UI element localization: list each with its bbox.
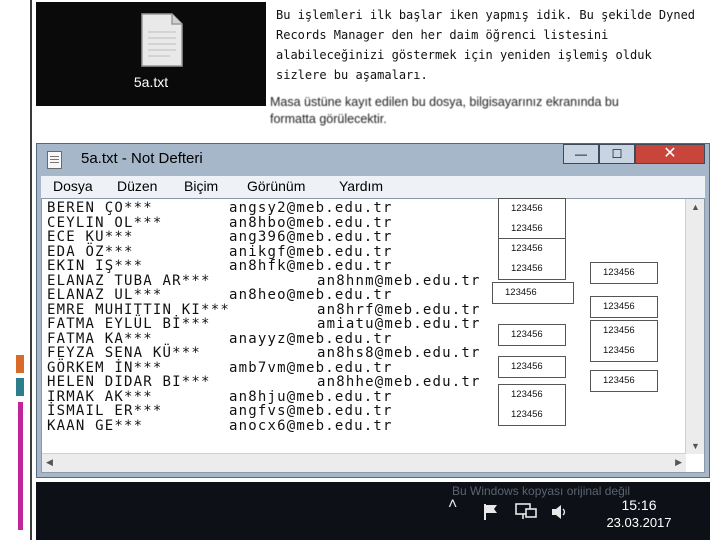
windows-watermark: Bu Windows kopyası orijinal değil: [452, 484, 631, 498]
deco-bar-magenta: [18, 402, 23, 530]
password-box: 123456: [498, 324, 566, 346]
student-name: FATMA EYLÜL Bİ***: [47, 316, 211, 332]
horizontal-scrollbar[interactable]: ◀ ▶: [42, 453, 686, 472]
flag-icon[interactable]: [482, 502, 502, 522]
close-button[interactable]: ✕: [635, 144, 705, 164]
deco-bar-teal: [16, 378, 24, 396]
password-box: 123456: [590, 296, 658, 318]
minimize-button[interactable]: —: [563, 144, 599, 164]
vertical-scrollbar[interactable]: ▲ ▼: [685, 199, 704, 454]
password-box: 123456 123456: [590, 320, 658, 362]
student-email: angsy2@meb.edu.tr: [229, 200, 393, 216]
password-box: 123456 123456: [498, 198, 566, 240]
student-name: FEYZA SENA KÜ***: [47, 345, 202, 361]
student-name: EKIN IŞ***: [47, 258, 144, 274]
password-value: 123456: [603, 301, 635, 312]
student-email: amiatu@meb.edu.tr: [317, 316, 481, 332]
menu-duzen[interactable]: Düzen: [117, 178, 157, 194]
menu-dosya[interactable]: Dosya: [53, 178, 93, 194]
taskbar-clock[interactable]: 15:16 23.03.2017: [594, 496, 684, 532]
chevron-up-icon[interactable]: ˄: [448, 496, 457, 514]
password-box: 123456: [492, 282, 574, 304]
scroll-down-icon[interactable]: ▼: [691, 441, 700, 451]
password-value: 123456: [511, 389, 543, 400]
scroll-right-icon[interactable]: ▶: [675, 457, 682, 468]
clock-time: 15:16: [621, 497, 657, 513]
menu-gorunum[interactable]: Görünüm: [247, 178, 305, 194]
notepad-icon: [47, 151, 62, 169]
password-box: 123456 123456: [498, 238, 566, 280]
desktop-file-label[interactable]: 5a.txt: [36, 74, 266, 90]
window-title: 5a.txt - Not Defteri: [81, 150, 203, 167]
password-value: 123456: [511, 361, 543, 372]
student-email: an8hfk@meb.edu.tr: [229, 258, 393, 274]
student-name: İSMAIL ER***: [47, 403, 163, 419]
menu-bar: Dosya Düzen Biçim Görünüm Yardım: [41, 176, 705, 199]
intro-text: Bu işlemleri ilk başlar iken yapmış idik…: [276, 8, 696, 82]
caption-text: Masa üstüne kayıt edilen bu dosya, bilgi…: [270, 95, 619, 126]
scroll-left-icon[interactable]: ◀: [46, 457, 53, 468]
password-value: 123456: [511, 243, 543, 254]
student-name: HELEN DIDAR BI***: [47, 374, 211, 390]
student-name: KAAN GE***: [47, 417, 144, 434]
password-value: 123456: [511, 203, 543, 214]
password-box: 123456 123456: [498, 384, 566, 426]
menu-bicim[interactable]: Biçim: [184, 178, 218, 194]
password-value: 123456: [505, 287, 537, 298]
student-name: BEREN ÇO***: [47, 200, 153, 216]
student-email: angfvs@meb.edu.tr: [229, 403, 393, 419]
password-value: 123456: [603, 375, 635, 386]
maximize-button[interactable]: ☐: [599, 144, 635, 164]
password-box: 123456: [498, 356, 566, 378]
password-box: 123456: [590, 262, 658, 284]
password-value: 123456: [603, 325, 635, 336]
desktop-preview: 5a.txt: [36, 2, 266, 106]
student-email: an8heo@meb.edu.tr: [229, 287, 393, 303]
student-email: anocx6@meb.edu.tr: [229, 417, 393, 434]
student-email: ang396@meb.edu.tr: [229, 229, 393, 245]
password-value: 123456: [603, 267, 635, 278]
network-icon[interactable]: [514, 501, 538, 521]
password-box: 123456: [590, 370, 658, 392]
student-email: an8hhe@meb.edu.tr: [317, 374, 481, 390]
window-titlebar[interactable]: 5a.txt - Not Defteri — ☐ ✕: [37, 144, 709, 176]
password-value: 123456: [603, 345, 635, 356]
text-file-icon[interactable]: [140, 12, 184, 68]
student-email: an8hs8@meb.edu.tr: [317, 345, 481, 361]
student-name: ELANAZ UL***: [47, 287, 163, 303]
password-value: 123456: [511, 329, 543, 340]
menu-yardim[interactable]: Yardım: [339, 178, 383, 194]
scroll-up-icon[interactable]: ▲: [691, 202, 700, 212]
student-name: ECE KU***: [47, 229, 134, 245]
volume-icon[interactable]: [550, 502, 570, 522]
password-value: 123456: [511, 409, 543, 420]
password-value: 123456: [511, 263, 543, 274]
slide-left-rule: [30, 0, 32, 540]
clock-date: 23.03.2017: [606, 515, 672, 530]
deco-bar-orange: [16, 355, 24, 373]
password-value: 123456: [511, 223, 543, 234]
